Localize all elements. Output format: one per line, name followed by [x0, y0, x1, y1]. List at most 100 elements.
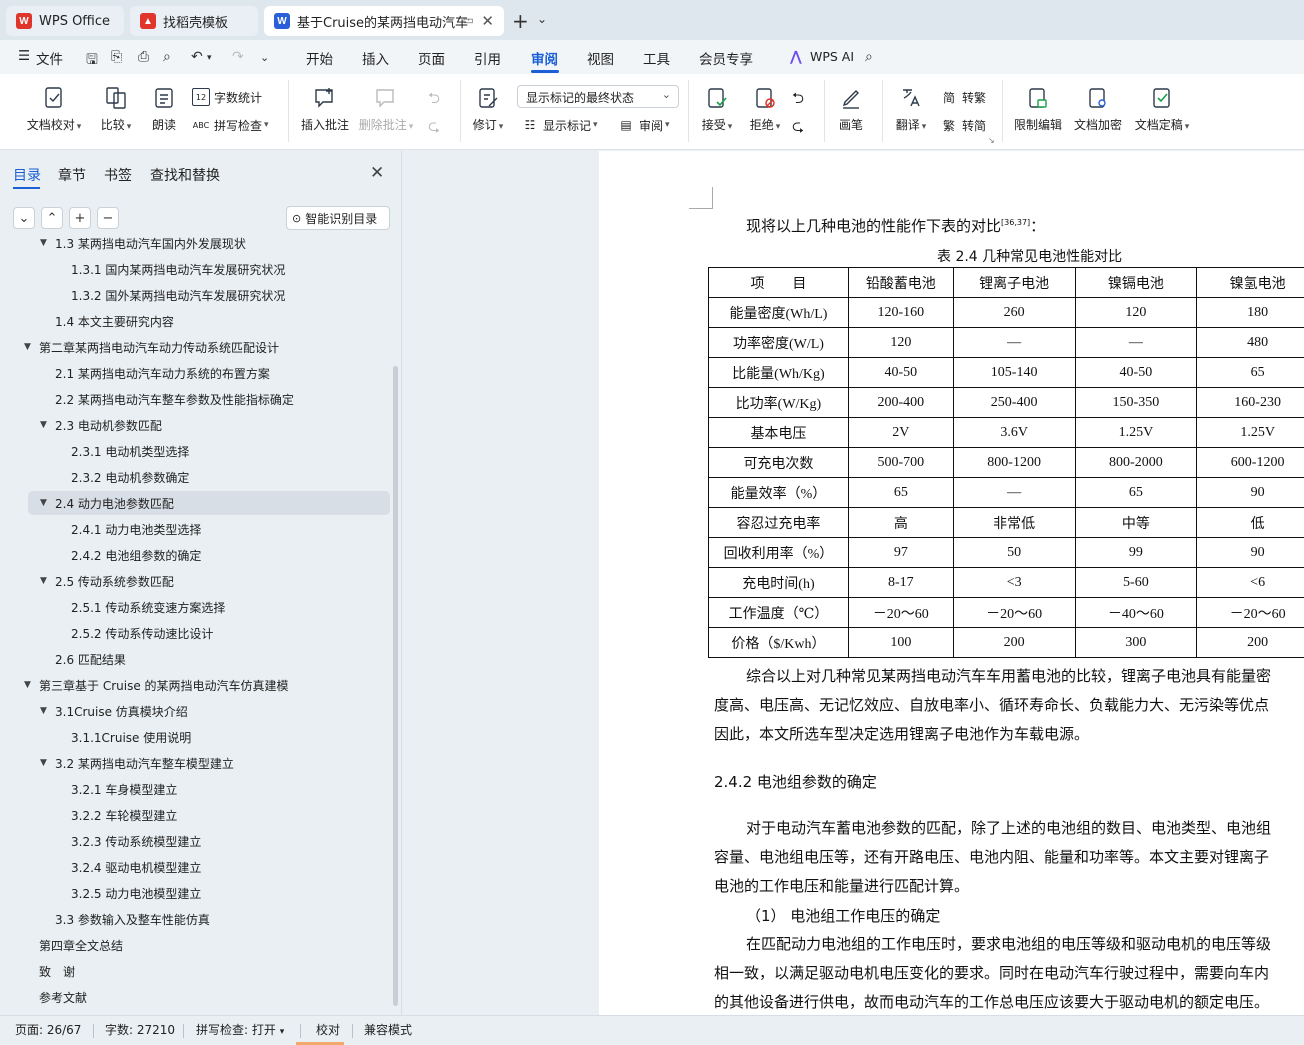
menu-view[interactable]: 视图	[587, 48, 614, 68]
read-aloud-button[interactable]: 朗读	[150, 84, 178, 133]
smart-toc-button[interactable]: ⊙ 智能识别目录	[286, 206, 390, 230]
review-pane-button[interactable]: ▤ 审阅 ▾	[617, 116, 669, 134]
next-change-icon[interactable]: ⮎	[792, 116, 804, 141]
collapse-all-button[interactable]: ⌄	[13, 207, 35, 229]
accept-button[interactable]: 接受 ▾	[698, 84, 736, 133]
expand-group-icon[interactable]: ↘	[988, 136, 995, 145]
toc-item[interactable]: 2.4.2 电池组参数的确定	[0, 543, 390, 567]
print-preview-icon[interactable]: ⌕	[163, 49, 171, 65]
toc-item[interactable]: 3.2.5 动力电池模型建立	[0, 881, 390, 905]
to-traditional-button[interactable]: 简 转繁	[940, 88, 986, 106]
page-indicator[interactable]: 页面: 26/67	[15, 1021, 81, 1038]
chevron-down-icon[interactable]: ⌄	[537, 12, 547, 26]
toc-item[interactable]: 2.5.2 传动系传动速比设计	[0, 621, 390, 645]
tab-document[interactable]: W 基于Cruise的某两挡电动汽车f ▭ ✕	[264, 6, 504, 36]
expand-arrow-icon[interactable]: ▼	[40, 706, 47, 716]
word-count-indicator[interactable]: 字数: 27210	[105, 1021, 175, 1038]
tab-docer[interactable]: ▲ 找稻壳模板	[130, 6, 258, 36]
toc-item[interactable]: ▼ 第三章基于 Cruise 的某两挡电动汽车仿真建模	[0, 673, 390, 697]
expand-arrow-icon[interactable]: ▼	[24, 342, 31, 352]
reject-button[interactable]: 拒绝 ▾	[746, 84, 784, 133]
menu-wps-ai[interactable]: WPS AI	[810, 49, 854, 64]
delete-comment-button[interactable]: 删除批注 ▾	[359, 84, 413, 133]
toc-item[interactable]: 2.5.1 传动系统变速方案选择	[0, 595, 390, 619]
toc-scrollbar[interactable]	[393, 366, 398, 1006]
toc-item[interactable]: 3.2.2 车轮模型建立	[0, 803, 390, 827]
remove-heading-button[interactable]: −	[97, 207, 119, 229]
export-icon[interactable]: ⎘	[111, 49, 122, 65]
toc-item[interactable]: 3.2.1 车身模型建立	[0, 777, 390, 801]
toc-item-selected[interactable]: ▼ 2.4 动力电池参数匹配	[28, 491, 390, 515]
spell-check-status[interactable]: 拼写检查: 打开 ▾	[196, 1021, 284, 1038]
toc-item[interactable]: 第四章全文总结	[0, 933, 390, 957]
expand-up-button[interactable]: ⌃	[41, 207, 63, 229]
toc-item[interactable]: 1.3.1 国内某两挡电动汽车发展研究状况	[0, 257, 390, 281]
menu-review[interactable]: 审阅	[531, 48, 558, 68]
more-chevron-icon[interactable]: ⌄	[260, 51, 269, 64]
menu-insert[interactable]: 插入	[362, 48, 389, 68]
finalize-button[interactable]: 文档定稿 ▾	[1132, 84, 1192, 133]
toc-item[interactable]: ▼ 3.2 某两挡电动汽车整车模型建立	[0, 751, 390, 775]
revise-button[interactable]: 修订 ▾	[470, 84, 506, 133]
menu-member[interactable]: 会员专享	[699, 48, 753, 68]
popout-icon[interactable]: ▭	[463, 13, 474, 27]
proof-status[interactable]: 校对	[316, 1021, 340, 1038]
expand-arrow-icon[interactable]: ▼	[40, 576, 47, 586]
show-marks-button[interactable]: ☷ 显示标记 ▾	[521, 116, 598, 134]
toc-item[interactable]: 3.2.3 传动系统模型建立	[0, 829, 390, 853]
previous-comment-icon[interactable]: ⮌	[428, 88, 440, 113]
insert-comment-button[interactable]: 插入批注	[300, 84, 350, 133]
toc-item[interactable]: 1.4 本文主要研究内容	[0, 309, 390, 333]
toc-item[interactable]: 2.4.1 动力电池类型选择	[0, 517, 390, 541]
compare-button[interactable]: 比较 ▾	[98, 84, 134, 133]
expand-arrow-icon[interactable]: ▼	[40, 758, 47, 768]
citation-ref[interactable]: [36,37]	[1001, 218, 1030, 227]
toc-item[interactable]: 致 谢	[0, 959, 390, 983]
toc-item[interactable]: ▼ 2.5 传动系统参数匹配	[0, 569, 390, 593]
expand-arrow-icon[interactable]: ▼	[24, 680, 31, 690]
menu-start[interactable]: 开始	[306, 48, 333, 68]
next-comment-icon[interactable]: ⮎	[428, 116, 440, 141]
expand-arrow-icon[interactable]: ▼	[40, 238, 47, 248]
save-icon[interactable]: 🖫	[86, 49, 98, 73]
toc-item[interactable]: 3.3 参数输入及整车性能仿真	[0, 907, 390, 931]
toc-item[interactable]: 2.3.2 电动机参数确定	[0, 465, 390, 489]
add-heading-button[interactable]: +	[69, 207, 91, 229]
hamburger-icon[interactable]: ☰	[18, 48, 30, 64]
tab-wps-office[interactable]: W WPS Office	[6, 6, 124, 36]
spell-check-button[interactable]: ABC 拼写检查 ▾	[192, 116, 269, 134]
undo-icon[interactable]: ↶	[191, 49, 203, 65]
doc-proof-button[interactable]: 文档校对 ▾	[27, 84, 81, 133]
menu-tools[interactable]: 工具	[643, 48, 670, 68]
restrict-edit-button[interactable]: 限制编辑	[1012, 84, 1064, 133]
toc-item[interactable]: 3.2.4 驱动电机模型建立	[0, 855, 390, 879]
expand-arrow-icon[interactable]: ▼	[40, 420, 47, 430]
menu-reference[interactable]: 引用	[474, 48, 501, 68]
print-icon[interactable]: ⎙	[138, 49, 149, 65]
search-icon[interactable]: ⌕	[865, 49, 873, 65]
word-count-button[interactable]: 12 字数统计	[192, 88, 262, 106]
close-panel-icon[interactable]: ✕	[370, 163, 384, 183]
new-tab-icon[interactable]: +	[512, 9, 529, 33]
toc-item[interactable]: 2.6 匹配结果	[0, 647, 390, 671]
menu-page[interactable]: 页面	[418, 48, 445, 68]
tab-bookmarks[interactable]: 书签	[104, 165, 132, 185]
toc-item[interactable]: ▼ 第二章某两挡电动汽车动力传动系统匹配设计	[0, 335, 390, 359]
expand-arrow-icon[interactable]: ▼	[40, 498, 47, 508]
toc-item[interactable]: ▼ 3.1Cruise 仿真模块介绍	[0, 699, 390, 723]
menu-file[interactable]: 文件	[36, 48, 63, 68]
document-page[interactable]: 现将以上几种电池的性能作下表的对比[36,37]： 表 2.4 几种常见电池性能…	[599, 151, 1304, 1015]
undo-dropdown-icon[interactable]: ▾	[207, 53, 212, 63]
tab-sections[interactable]: 章节	[58, 165, 86, 185]
toc-item[interactable]: ▼ 2.3 电动机参数匹配	[0, 413, 390, 437]
redo-icon[interactable]: ↷	[232, 49, 244, 65]
to-simplified-button[interactable]: 繁 转简	[940, 116, 986, 134]
toc-item[interactable]: 3.1.1Cruise 使用说明	[0, 725, 390, 749]
markup-state-select[interactable]: 显示标记的最终状态 ⌄	[517, 85, 679, 108]
toc-item[interactable]: 1.3.2 国外某两挡电动汽车发展研究状况	[0, 283, 390, 307]
encrypt-button[interactable]: 文档加密	[1072, 84, 1124, 133]
previous-change-icon[interactable]: ⮌	[792, 88, 804, 113]
toc-item[interactable]: 2.2 某两挡电动汽车整车参数及性能指标确定	[0, 387, 390, 411]
toc-item[interactable]: 参考文献	[0, 985, 390, 1009]
tab-find-replace[interactable]: 查找和替换	[150, 165, 220, 185]
